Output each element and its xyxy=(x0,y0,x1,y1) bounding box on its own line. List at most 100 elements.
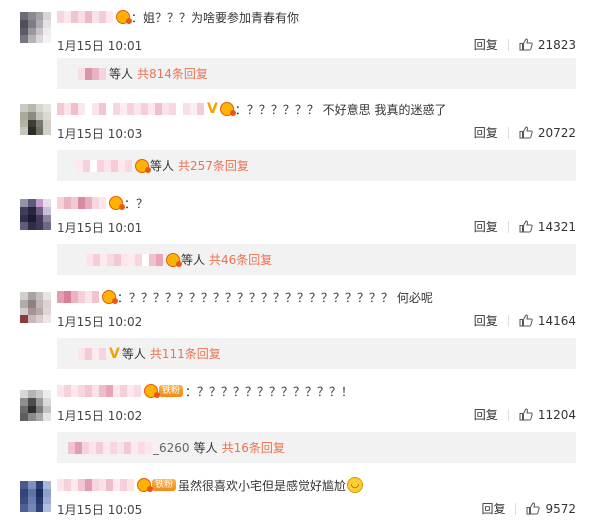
comment-actions: 回复 9572 xyxy=(481,500,576,517)
reply-preview[interactable]: 等人 共46条回复 xyxy=(57,244,576,275)
avatar[interactable] xyxy=(20,292,51,323)
divider xyxy=(507,38,509,51)
replier-mosaic xyxy=(68,441,152,454)
thumbs-up-icon xyxy=(526,502,541,515)
comment-text: ：？？？？？？？？？？？？！ xyxy=(185,384,354,399)
replier-mosaic xyxy=(76,159,132,172)
reply-preview-others: 等人 xyxy=(121,347,146,361)
view-replies-link[interactable]: 共111条回复 xyxy=(150,345,221,362)
username-mosaic[interactable] xyxy=(57,197,106,209)
thumbs-up-icon xyxy=(519,220,533,233)
sweat-smile-emoji-icon: ◡ xyxy=(347,477,364,493)
like-count: 11204 xyxy=(537,407,576,422)
replier-mosaic xyxy=(78,347,106,360)
membership-badge-icon xyxy=(135,158,151,173)
username-mosaic[interactable] xyxy=(57,291,99,303)
divider xyxy=(507,314,509,327)
comment-time: 1月15日 10:01 xyxy=(57,221,143,235)
comment-actions: 回复 21823 xyxy=(474,36,576,53)
comment-time: 1月15日 10:05 xyxy=(57,503,143,517)
membership-badge-icon xyxy=(219,102,236,116)
like-button[interactable]: 9572 xyxy=(526,502,576,516)
avatar[interactable] xyxy=(20,12,51,43)
comment-actions: 回复 14164 xyxy=(474,312,576,329)
comment-text: 虽然很喜欢小宅但是感觉好尴尬 xyxy=(178,478,347,493)
like-count: 9572 xyxy=(545,501,576,516)
membership-badge-icon xyxy=(109,196,125,210)
username-mosaic[interactable] xyxy=(57,479,134,491)
view-replies-link[interactable]: 共46条回复 xyxy=(209,251,272,268)
comment-time: 1月15日 10:02 xyxy=(57,315,143,329)
comment-list: ：姐？？？为啥要参加青春有你 1月15日 10:01 回复 21823 等人 共… xyxy=(0,0,593,525)
comment-time: 1月15日 10:02 xyxy=(57,409,143,423)
comment-line: ：姐？？？为啥要参加青春有你 xyxy=(57,8,299,26)
like-count: 20722 xyxy=(537,125,576,140)
like-count: 14164 xyxy=(537,313,576,328)
reply-preview-others: 等人 xyxy=(150,159,175,173)
like-button[interactable]: 14321 xyxy=(519,220,576,234)
divider xyxy=(507,126,509,139)
membership-badge-icon xyxy=(102,290,118,304)
like-button[interactable]: 11204 xyxy=(519,408,576,422)
fan-badge: 铁粉 xyxy=(152,479,177,491)
like-button[interactable]: 14164 xyxy=(519,314,576,328)
comment-line: 铁粉 虽然很喜欢小宅但是感觉好尴尬 ◡ xyxy=(57,476,364,494)
comment-line: 铁粉 ：？？？？？？？？？？？？！ xyxy=(57,382,353,400)
reply-button[interactable]: 回复 xyxy=(474,406,498,423)
username-mosaic[interactable] xyxy=(57,103,204,115)
reply-button[interactable]: 回复 xyxy=(481,500,505,517)
username-mosaic[interactable] xyxy=(57,11,113,23)
thumbs-up-icon xyxy=(519,408,533,421)
thumbs-up-icon xyxy=(519,314,533,327)
username-mosaic[interactable] xyxy=(57,385,141,397)
comment-text: ：？？？？？？？？？？？？？？？？？？？？？？ 何必呢 xyxy=(117,290,433,305)
comment-text: ：姐？？？为啥要参加青春有你 xyxy=(131,10,300,25)
reply-button[interactable]: 回复 xyxy=(474,312,498,329)
avatar[interactable] xyxy=(20,199,51,230)
comment-line: ：？ xyxy=(57,194,148,212)
like-button[interactable]: 20722 xyxy=(519,126,576,140)
membership-badge-icon xyxy=(166,252,182,267)
reply-button[interactable]: 回复 xyxy=(474,36,498,53)
like-count: 14321 xyxy=(537,219,576,234)
reply-preview-others: 等人 xyxy=(193,441,218,455)
vip-v-icon: V xyxy=(109,345,120,362)
like-count: 21823 xyxy=(537,37,576,52)
comment-actions: 回复 11204 xyxy=(474,406,576,423)
reply-preview-others: 等人 xyxy=(109,67,134,81)
avatar[interactable] xyxy=(20,104,51,135)
comment-actions: 回复 14321 xyxy=(474,218,576,235)
comment-text: ：？？？？？？ 不好意思 我真的迷惑了 xyxy=(234,102,447,117)
thumbs-up-icon xyxy=(519,38,533,51)
comment-time: 1月15日 10:03 xyxy=(57,127,143,141)
divider xyxy=(515,502,517,515)
reply-user-suffix: _6260 xyxy=(153,440,190,455)
membership-badge-icon xyxy=(137,478,153,492)
avatar[interactable] xyxy=(20,481,51,512)
reply-preview[interactable]: _6260 等人 共16条回复 xyxy=(57,432,576,463)
reply-preview-others: 等人 xyxy=(181,253,206,267)
divider xyxy=(507,220,509,233)
comment-line: ：？？？？？？？？？？？？？？？？？？？？？？ 何必呢 xyxy=(57,288,433,306)
view-replies-link[interactable]: 共257条回复 xyxy=(178,157,249,174)
membership-badge-icon xyxy=(144,384,160,398)
replier-mosaic xyxy=(78,67,106,80)
comment-time: 1月15日 10:01 xyxy=(57,39,143,53)
comment-line: V ：？？？？？？ 不好意思 我真的迷惑了 xyxy=(57,100,446,118)
comment-text: ：？ xyxy=(124,196,149,211)
comment-actions: 回复 20722 xyxy=(474,124,576,141)
divider xyxy=(507,408,509,421)
thumbs-up-icon xyxy=(519,126,533,139)
reply-preview[interactable]: 等人 共814条回复 xyxy=(57,58,576,89)
avatar[interactable] xyxy=(20,390,51,421)
view-replies-link[interactable]: 共814条回复 xyxy=(137,65,208,82)
reply-button[interactable]: 回复 xyxy=(474,218,498,235)
like-button[interactable]: 21823 xyxy=(519,38,576,52)
reply-preview[interactable]: V 等人 共111条回复 xyxy=(57,338,576,369)
fan-badge: 铁粉 xyxy=(159,385,184,397)
reply-button[interactable]: 回复 xyxy=(474,124,498,141)
vip-v-icon: V xyxy=(207,101,218,117)
view-replies-link[interactable]: 共16条回复 xyxy=(222,439,285,456)
replier-mosaic xyxy=(86,253,163,266)
reply-preview[interactable]: 等人 共257条回复 xyxy=(57,150,576,181)
